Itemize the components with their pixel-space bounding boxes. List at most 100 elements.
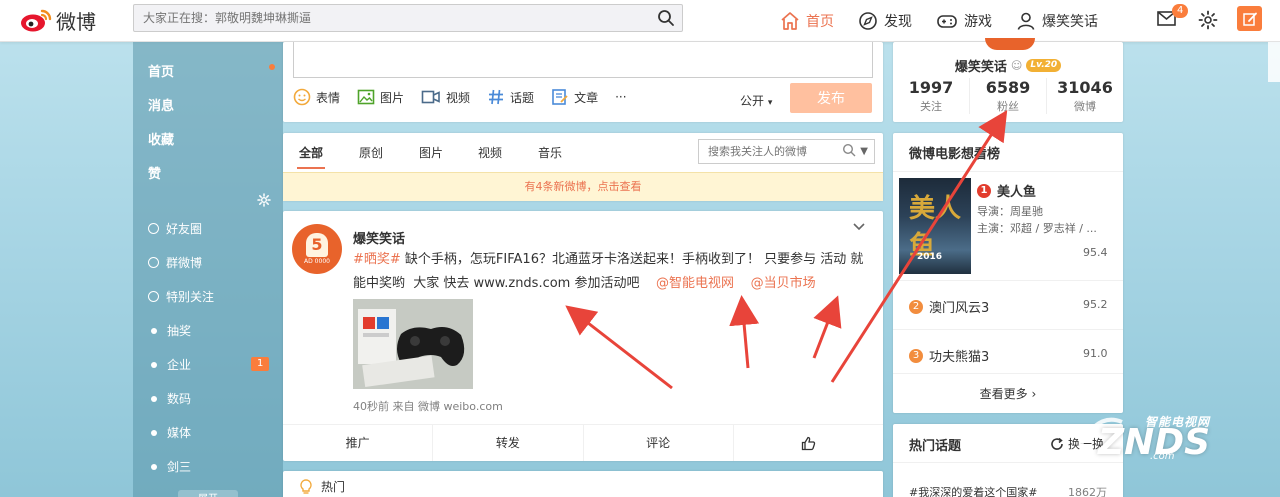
movie-ranking-title: 微博电影想看榜 (909, 147, 1001, 162)
sidebar-expand-button[interactable]: 展开 (178, 490, 238, 497)
tab-music[interactable]: 音乐 (538, 144, 562, 161)
sidebar-item-home[interactable]: 首页 (148, 61, 174, 80)
gamepad-icon (937, 15, 957, 28)
movie-name: 美人鱼 (997, 185, 1037, 200)
publish-button[interactable]: 发布 (790, 83, 872, 113)
post-author[interactable]: 爆笑笑话 (353, 228, 405, 247)
movie-item-1[interactable]: 1 美人鱼 (977, 181, 1036, 200)
hot-section[interactable]: 热门 (299, 478, 345, 495)
sidebar-item-messages[interactable]: 消息 (148, 95, 174, 114)
divider (893, 373, 1123, 374)
thumbs-up-icon (801, 436, 816, 450)
new-posts-notice[interactable]: 有4条新微博，点击查看 (283, 172, 883, 201)
tab-all[interactable]: 全部 (299, 144, 323, 161)
movie-item-2[interactable]: 2 澳门风云3 (909, 297, 989, 316)
sidebar-item-jx3[interactable]: 剑三 (148, 458, 191, 475)
movie-poster[interactable]: 美人鱼 2016 (899, 178, 971, 274)
sidebar-item-likes[interactable]: 赞 (148, 163, 161, 182)
avatar[interactable]: 5 AD 0000 (292, 224, 342, 274)
chevron-down-icon[interactable]: ▼ (860, 146, 868, 157)
post-image[interactable] (353, 299, 473, 389)
topic-item[interactable]: #我深深的爱着这个国家# (909, 484, 1037, 497)
sidebar-label: 企业 (167, 358, 192, 372)
nav-games[interactable]: 游戏 (936, 11, 992, 31)
tab-original[interactable]: 原创 (359, 144, 383, 161)
movie-cast: 主演：邓超 / 罗志祥 / ... (977, 222, 1097, 235)
feed-tabs-card: 全部 原创 图片 视频 音乐 ▼ 有4条新微博，点击查看 (283, 133, 883, 201)
sidebar-item-special-follow[interactable]: 特别关注 (148, 288, 214, 305)
tab-images[interactable]: 图片 (419, 144, 443, 161)
mention-link[interactable]: @智能电视网 (656, 276, 734, 291)
nav-home[interactable]: 首页 (780, 11, 834, 31)
like-button[interactable] (734, 425, 883, 461)
chevron-down-icon[interactable] (852, 221, 866, 235)
gear-icon[interactable] (1198, 10, 1218, 33)
see-more-link[interactable]: 查看更多 › (893, 385, 1123, 402)
movie-director: 导演：周星驰 (977, 205, 1043, 218)
sidebar-item-media[interactable]: 媒体 (148, 424, 191, 441)
mention-link[interactable]: @当贝市场 (751, 276, 816, 291)
sidebar-item-enterprise[interactable]: 企业 (148, 356, 191, 373)
see-more-label: 查看更多 (979, 387, 1028, 401)
mail-badge: 4 (1172, 4, 1189, 18)
stat-following[interactable]: 1997 关注 (893, 78, 970, 114)
profile-avatar[interactable] (985, 38, 1035, 50)
stat-followers[interactable]: 6589 粉丝 (970, 78, 1047, 114)
tab-videos[interactable]: 视频 (478, 144, 502, 161)
nav-discover[interactable]: 发现 (858, 11, 912, 31)
comment-button[interactable]: 评论 (584, 425, 734, 461)
level-badge[interactable]: Lv.20 (1026, 59, 1062, 72)
publisher-tools: 表情 图片 视频 话题 文章 ··· (293, 88, 644, 106)
tab-indicator (297, 167, 325, 169)
smiley-icon (293, 88, 311, 106)
promote-button[interactable]: 推广 (283, 425, 434, 461)
search-icon[interactable] (842, 143, 856, 160)
movie-item-3[interactable]: 3 功夫熊猫3 (909, 346, 989, 365)
sidebar-label: 剑三 (167, 460, 192, 474)
profile-name[interactable]: 爆笑笑话 (955, 56, 1007, 75)
logo-text: 微博 (56, 9, 96, 34)
feed-search-input[interactable] (708, 145, 843, 158)
weibo-logo[interactable]: 微博 (20, 5, 96, 35)
sidebar-item-friends-circle[interactable]: 好友圈 (148, 220, 202, 237)
compose-button[interactable] (1237, 6, 1262, 31)
hot-topics-title: 热门话题 (909, 439, 962, 454)
sidebar-item-digital[interactable]: 数码 (148, 390, 191, 407)
sidebar-item-group-weibo[interactable]: 群微博 (148, 254, 202, 271)
tool-topic[interactable]: 话题 (487, 88, 534, 106)
rank-number: 3 (909, 348, 923, 363)
feed-search: ▼ (698, 139, 875, 164)
tool-image[interactable]: 图片 (357, 88, 404, 106)
sidebar-gear-icon[interactable] (257, 193, 271, 210)
tool-label: 图片 (380, 90, 405, 105)
sidebar-item-lottery[interactable]: 抽奖 (148, 322, 191, 339)
rank-number: 1 (977, 183, 991, 198)
article-icon (552, 89, 568, 105)
nav-profile[interactable]: 爆笑笑话 (1016, 11, 1098, 31)
divider (893, 280, 1123, 281)
scroll-stub[interactable] (1268, 42, 1280, 82)
weibo-logo-icon (21, 9, 52, 32)
movie-score: 91.0 (1083, 347, 1108, 360)
post-hashtag[interactable]: #晒奖# (353, 252, 401, 267)
search-icon[interactable] (650, 9, 682, 27)
watermark-url: .com (1150, 451, 1175, 462)
stat-value: 1997 (908, 78, 954, 97)
visibility-select[interactable]: 公开 ▾ (740, 92, 772, 109)
tool-article[interactable]: 文章 (551, 88, 598, 106)
sidebar-item-favorites[interactable]: 收藏 (148, 129, 174, 148)
nav-home-label: 首页 (806, 14, 834, 30)
global-search-input[interactable] (143, 11, 650, 25)
top-bar: 微博 首页 发现 游戏 爆笑笑话 4 (0, 0, 1280, 42)
repost-button[interactable]: 转发 (433, 425, 584, 461)
post-meta: 40秒前 来自 微博 weibo.com (353, 400, 503, 413)
post-card: 5 AD 0000 爆笑笑话 #晒奖# 缺个手柄，怎玩FIFA16？北通蓝牙卡洛… (283, 211, 883, 461)
tool-label: 文章 (574, 90, 599, 105)
tool-emoji[interactable]: 表情 (293, 88, 340, 106)
poster-title: 美人鱼 (909, 194, 962, 261)
tool-more[interactable]: ··· (615, 90, 626, 104)
tool-video[interactable]: 视频 (421, 88, 470, 106)
refresh-icon (1051, 437, 1063, 450)
stat-posts[interactable]: 31046 微博 (1047, 78, 1123, 114)
publisher-textarea[interactable] (293, 42, 873, 78)
